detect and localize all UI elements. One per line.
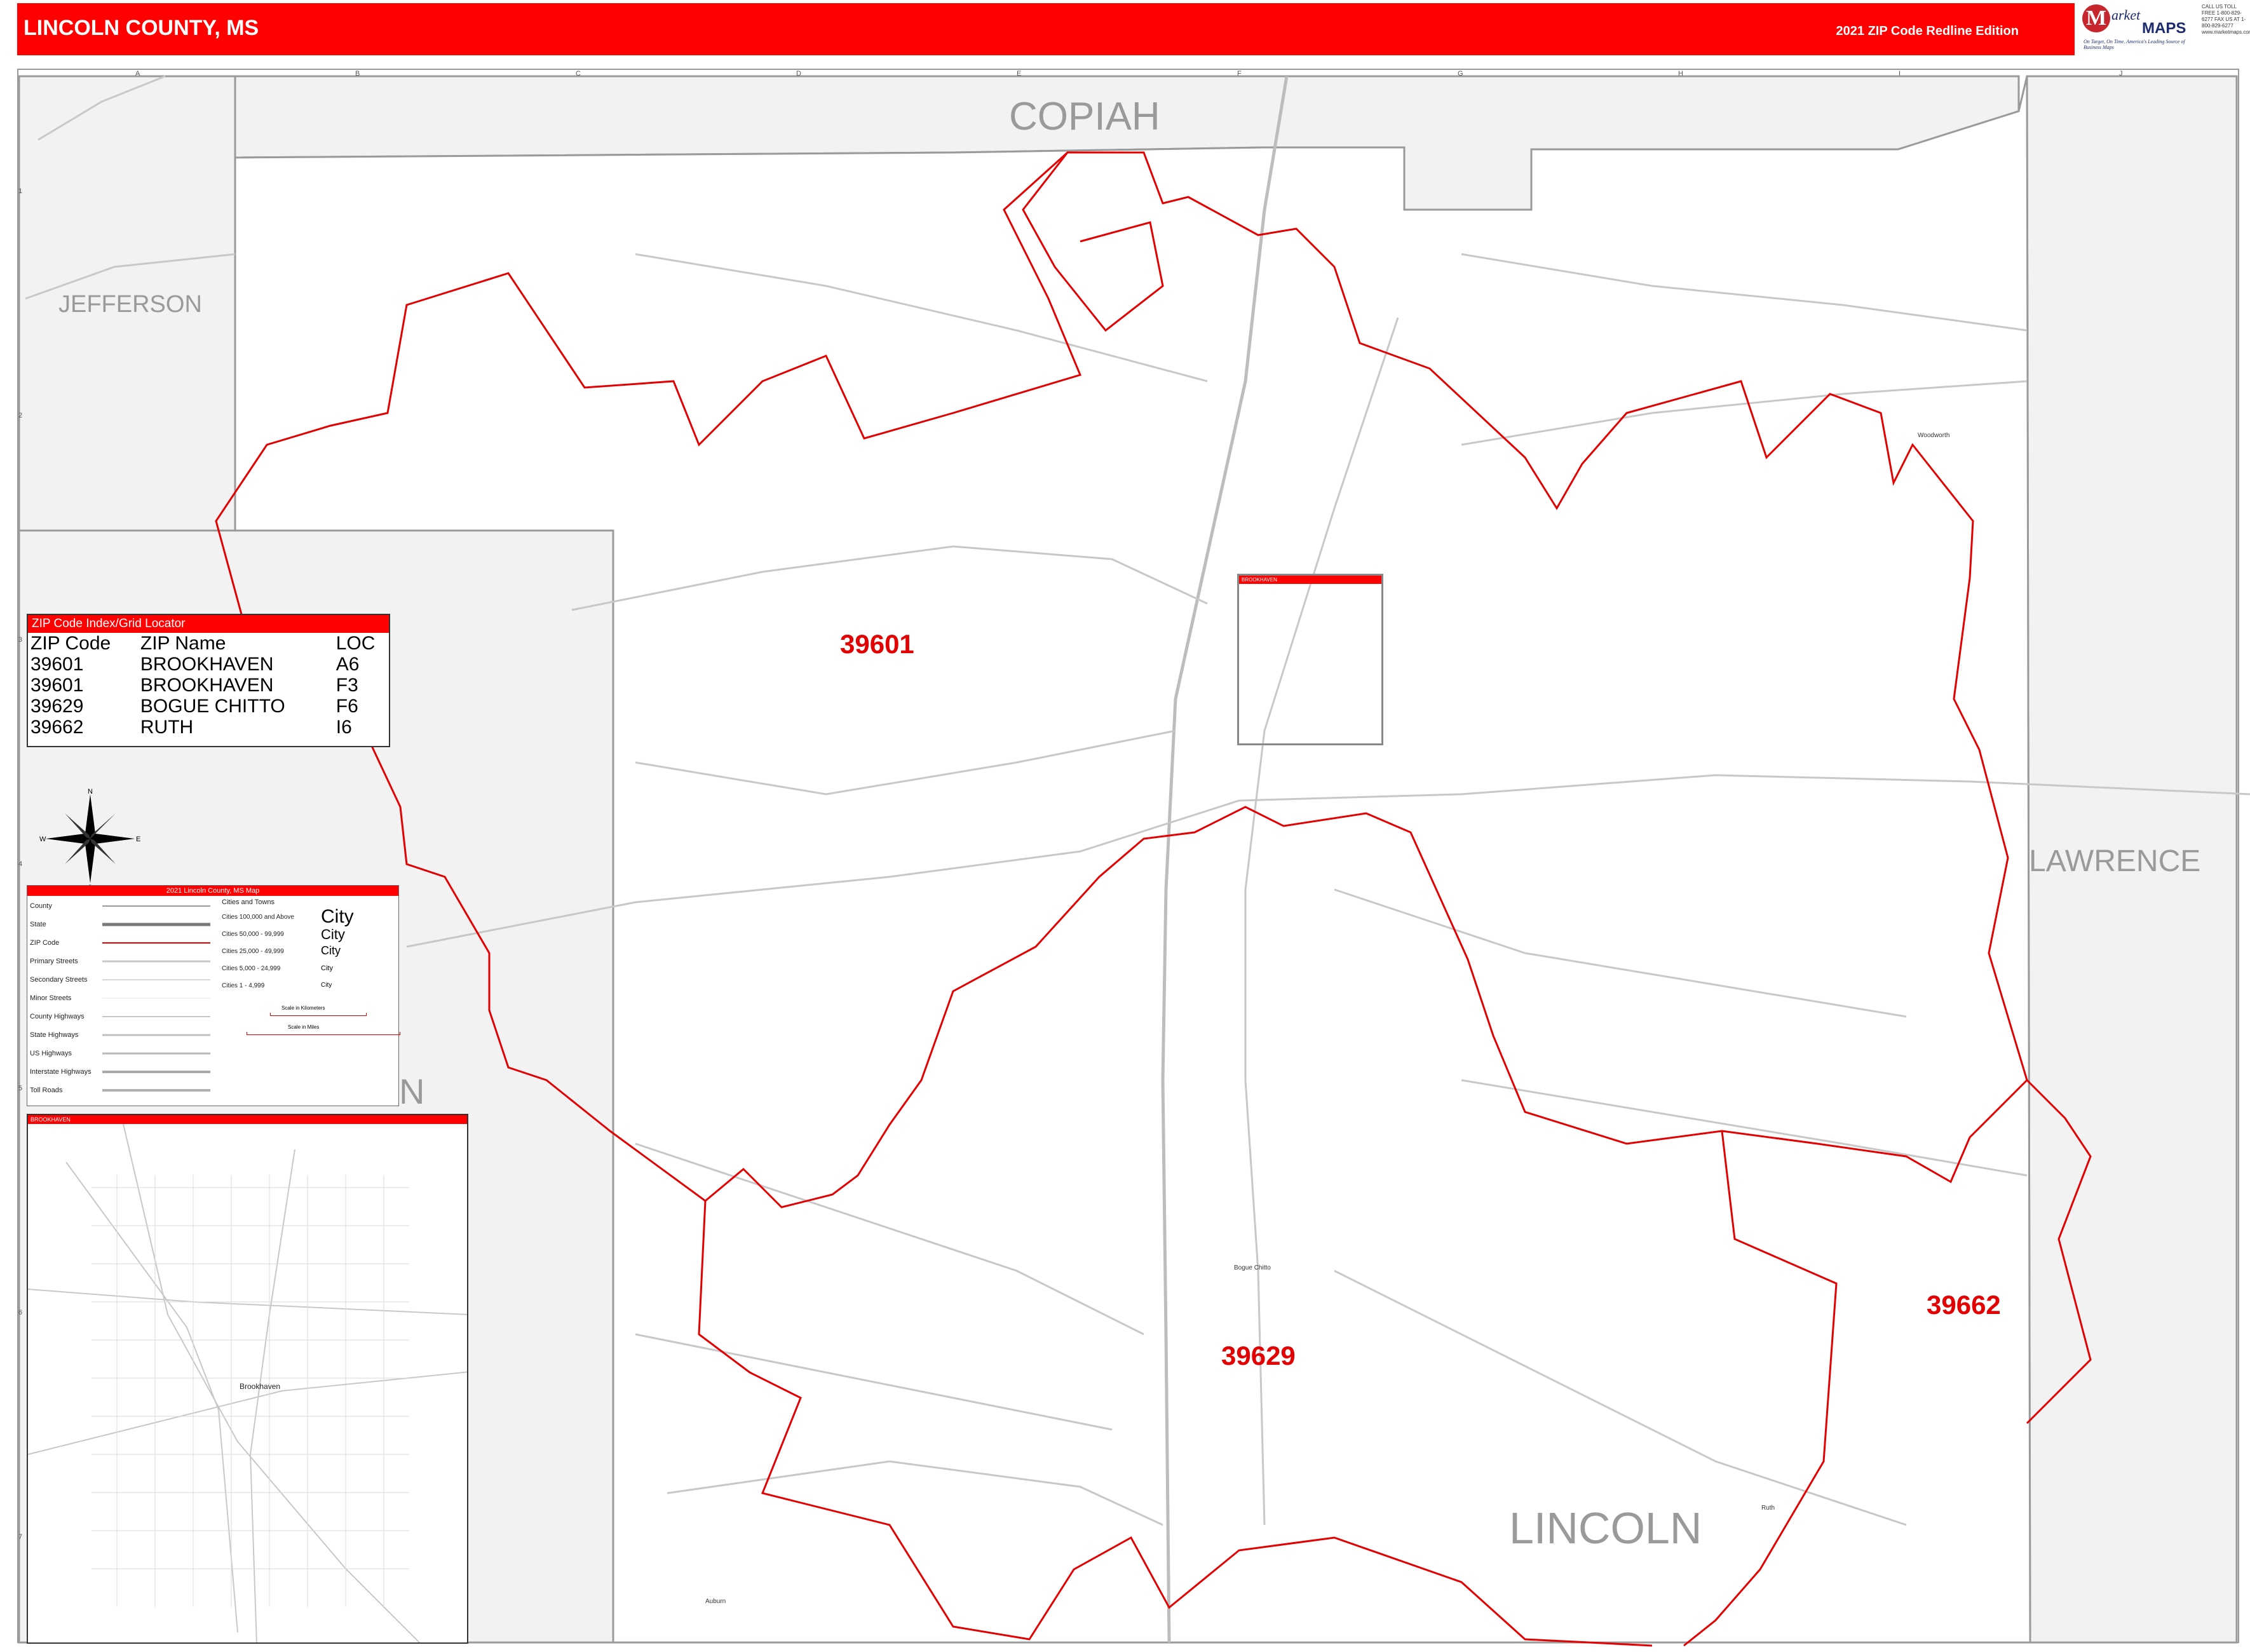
legend-scale-km: Scale in Kilometers: [281, 1005, 325, 1011]
county-label-jefferson: JEFFERSON: [58, 291, 202, 318]
legend-city-sample-3: City: [321, 944, 341, 957]
grid-col-g: G: [1458, 70, 1463, 78]
grid-row-3: 3: [18, 636, 23, 644]
compass-n: N: [88, 788, 93, 796]
legend-scale-km-bar: [270, 1013, 367, 1016]
legend-scale-mi-bar: [247, 1032, 400, 1035]
legend-city-sample-5: City: [321, 982, 332, 989]
brookhaven-inset-label: BROOKHAVEN: [28, 1115, 467, 1124]
legend-item-us-hwy: US Highways: [30, 1050, 72, 1057]
legend-swatches: [102, 905, 210, 1092]
county-label-lawrence: LAWRENCE: [2029, 844, 2201, 878]
zip-index-panel: ZIP Code Index/Grid Locator ZIP Code ZIP…: [27, 614, 390, 747]
compass-e: E: [136, 836, 140, 843]
brookhaven-inset-box-label: BROOKHAVEN: [1239, 576, 1381, 584]
zip-index-row: 39601 BROOKHAVEN A6: [28, 654, 389, 675]
legend-item-minor: Minor Streets: [30, 994, 72, 1002]
grid-col-a: A: [135, 70, 140, 78]
legend-item-secondary: Secondary Streets: [30, 976, 88, 984]
zip-index-zip: 39662: [30, 717, 84, 738]
zip-index-loc: A6: [335, 654, 360, 675]
zip-index-zip: 39601: [30, 675, 84, 696]
zip-index-row: 39629 BOGUE CHITTO F6: [28, 696, 389, 717]
legend-city-sample-2: City: [321, 926, 345, 942]
grid-col-h: H: [1678, 70, 1683, 78]
zip-index-name: BROOKHAVEN: [140, 654, 274, 675]
grid-col-f: F: [1237, 70, 1242, 78]
town-woodworth: Woodworth: [1918, 432, 1950, 439]
grid-row-5: 5: [18, 1085, 23, 1092]
grid-row-6: 6: [18, 1309, 23, 1317]
legend-item-county-hwy: County Highways: [30, 1013, 85, 1020]
compass-rose-icon: N S W E: [39, 788, 140, 890]
zip-index-name: BROOKHAVEN: [140, 675, 274, 696]
zip-index-loc: F3: [335, 675, 358, 696]
legend-city-row-5: Cities 1 - 4,999: [222, 982, 265, 989]
legend-city-sample-4: City: [321, 965, 333, 972]
town-auburn: Auburn: [705, 1598, 726, 1605]
legend-item-toll: Toll Roads: [30, 1087, 63, 1094]
zip-index-header-zip: ZIP Code: [30, 633, 111, 654]
zip-index-header-row: ZIP Code ZIP Name LOC: [28, 633, 389, 654]
brookhaven-inset-box[interactable]: BROOKHAVEN: [1238, 574, 1383, 745]
zip-index-row: 39662 RUTH I6: [28, 717, 389, 738]
zip-label-39662: 39662: [1927, 1290, 2001, 1320]
zip-index-table: ZIP Code ZIP Name LOC 39601 BROOKHAVEN A…: [28, 633, 389, 738]
legend-item-county: County: [30, 902, 52, 910]
zip-label-39601: 39601: [840, 629, 914, 659]
legend-item-state: State: [30, 921, 46, 928]
legend-city-sample-1: City: [321, 906, 354, 927]
grid-col-c: C: [576, 70, 581, 78]
inset-town-brookhaven: Brookhaven: [240, 1382, 281, 1391]
grid-col-i: I: [1899, 70, 1901, 78]
grid-row-7: 7: [18, 1533, 23, 1541]
zip-index-row: 39601 BROOKHAVEN F3: [28, 675, 389, 696]
map-legend: 2021 Lincoln County, MS Map County State…: [27, 885, 400, 1106]
zip-index-header-name: ZIP Name: [140, 633, 226, 654]
zip-index-name: RUTH: [140, 717, 194, 738]
zip-index-name: BOGUE CHITTO: [140, 696, 285, 717]
legend-item-interstate: Interstate Highways: [30, 1068, 91, 1076]
county-label-lincoln: LINCOLN: [1509, 1503, 1702, 1553]
county-label-copiah: COPIAH: [1009, 95, 1160, 139]
grid-row-1: 1: [18, 187, 23, 195]
brookhaven-inset-map: BROOKHAVEN Brookhaven: [27, 1114, 468, 1644]
zip-index-zip: 39601: [30, 654, 84, 675]
legend-item-zip: ZIP Code: [30, 939, 60, 947]
grid-col-j: J: [2119, 70, 2123, 78]
legend-item-primary: Primary Streets: [30, 958, 78, 965]
town-bogue-chitto: Bogue Chitto: [1234, 1264, 1271, 1271]
legend-cities-caption: Cities and Towns: [222, 898, 274, 906]
grid-col-d: D: [796, 70, 801, 78]
zip-index-title: ZIP Code Index/Grid Locator: [28, 615, 389, 633]
town-ruth: Ruth: [1761, 1505, 1775, 1512]
legend-title: 2021 Lincoln County, MS Map: [27, 886, 398, 896]
zip-index-zip: 39629: [30, 696, 84, 717]
zip-index-header-loc: LOC: [335, 633, 376, 654]
county-label-partial: N: [399, 1071, 425, 1111]
legend-city-row-2: Cities 50,000 - 99,999: [222, 931, 284, 938]
zip-index-loc: F6: [335, 696, 358, 717]
zip-index-loc: I6: [335, 717, 352, 738]
legend-city-row-4: Cities 5,000 - 24,999: [222, 965, 281, 972]
grid-col-e: E: [1017, 70, 1022, 78]
legend-scale-mi: Scale in Miles: [288, 1024, 320, 1030]
grid-row-2: 2: [18, 412, 23, 419]
grid-col-b: B: [355, 70, 360, 78]
zip-label-39629: 39629: [1221, 1341, 1296, 1371]
legend-city-row-1: Cities 100,000 and Above: [222, 914, 294, 921]
legend-city-row-3: Cities 25,000 - 49,999: [222, 948, 284, 955]
compass-w: W: [39, 836, 46, 843]
legend-item-state-hwy: State Highways: [30, 1031, 79, 1039]
grid-row-4: 4: [18, 860, 23, 868]
